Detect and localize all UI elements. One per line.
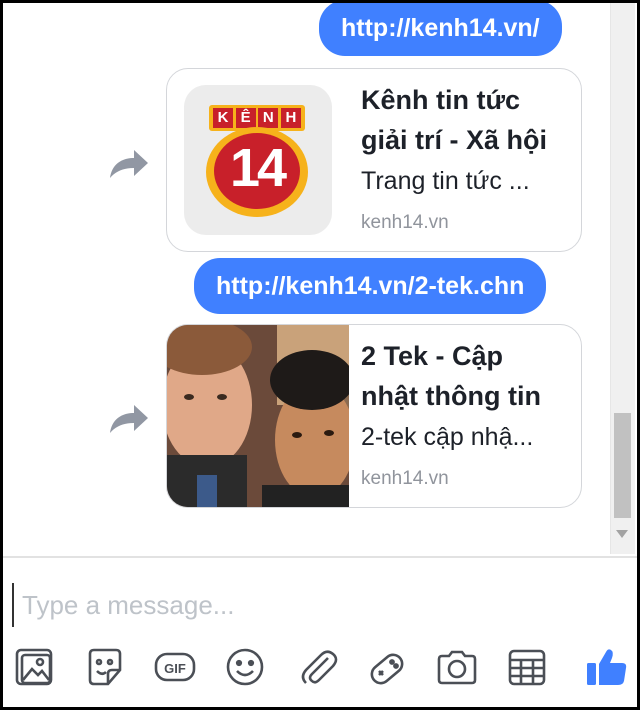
window-frame: [0, 0, 640, 710]
